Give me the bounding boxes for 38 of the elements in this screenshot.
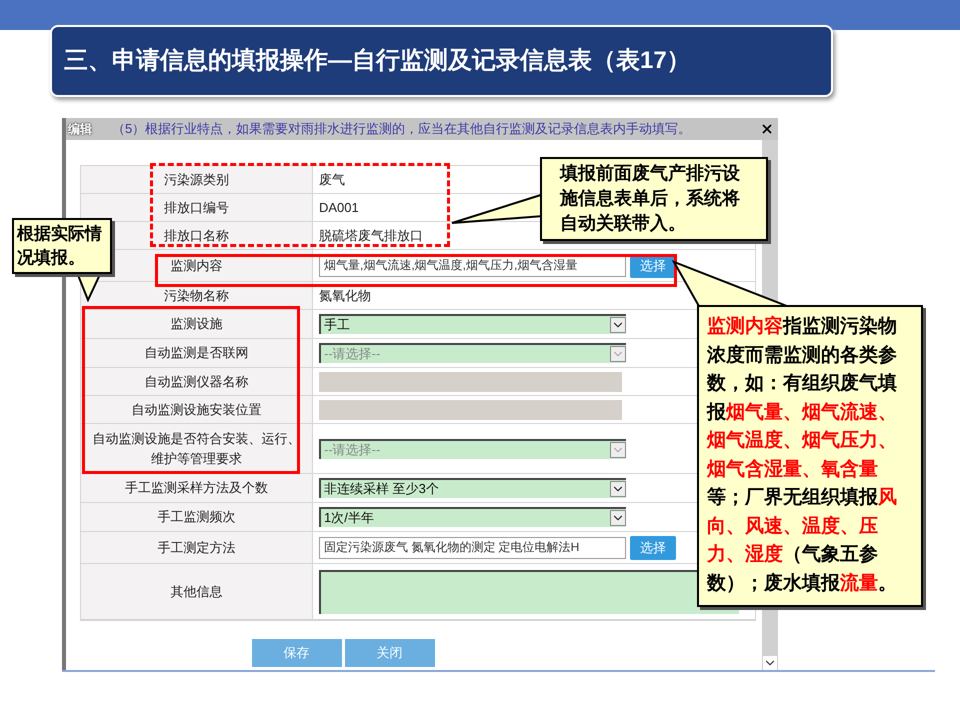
field-label: 其他信息 xyxy=(170,582,222,600)
field-value: 氮氧化物 xyxy=(319,286,371,305)
field-label: 污染源类别 xyxy=(164,170,229,188)
callout-tooltip: 监测内容指监测污染物浓度而需监测的各类参数，如：有组织废气填报烟气量、烟气流速、烟气温度、烟气压力、烟气含湿量、氧含量 等；厂界无组织填报风向、风速、温度、压力、湿度（气象五参数）；废水填报流量。 xyxy=(697,305,923,607)
dropdown-field[interactable]: 手工 xyxy=(319,314,626,334)
field-value: 脱硫塔废气排放口 xyxy=(319,226,423,245)
text-area[interactable] xyxy=(319,570,739,614)
field-value: DA001 xyxy=(319,198,359,217)
dialog-button[interactable]: 保存 xyxy=(252,639,342,667)
field-label: 排放口编号 xyxy=(164,198,229,216)
dropdown-icon xyxy=(610,442,626,458)
close-icon[interactable] xyxy=(760,122,774,136)
field-label: 手工测定方法 xyxy=(158,538,236,556)
field-label: 手工监测频次 xyxy=(158,508,236,526)
field-label: 手工监测采样方法及个数 xyxy=(125,479,268,497)
dropdown-field[interactable]: 1次/半年 xyxy=(319,507,626,527)
instruction-note: （5）根据行业特点，如果需要对雨排水进行监测的，应当在其他自行监测及记录信息表内手动填写。 xyxy=(112,120,692,138)
field-label: 污染物名称 xyxy=(164,286,229,304)
dropdown-icon xyxy=(610,317,626,333)
slide-title: 三、申请信息的填报操作—自行监测及记录信息表（表17） xyxy=(50,25,833,97)
field-value: 废气 xyxy=(319,170,345,189)
dialog-title: 编辑 xyxy=(68,121,92,138)
field-label: 自动监测是否联网 xyxy=(144,344,248,362)
field-label: 排放口名称 xyxy=(164,226,229,244)
dialog-button[interactable]: 关闭 xyxy=(344,639,434,667)
select-button[interactable]: 选择 xyxy=(630,536,676,560)
dropdown-icon xyxy=(610,510,626,526)
field-label: 自动监测设施安装位置 xyxy=(132,400,262,418)
scroll-down-icon[interactable] xyxy=(763,656,777,670)
dropdown-field[interactable]: 非连续采样 至少3个 xyxy=(319,478,626,498)
dropdown-icon xyxy=(610,481,626,497)
field-label: 自动监测设施是否符合安装、运行、维护等管理要求 xyxy=(92,430,302,468)
callout-tooltip: 填报前面废气产排污设施信息表单后，系统将自动关联带入。 xyxy=(540,157,768,241)
input-field[interactable]: 固定污染源废气 氮氧化物的测定 定电位电解法H xyxy=(319,536,626,558)
dropdown-icon xyxy=(610,346,626,362)
field-label: 监测内容 xyxy=(170,256,222,274)
field-label: 自动监测仪器名称 xyxy=(144,372,248,390)
field-label: 监测设施 xyxy=(170,315,222,333)
